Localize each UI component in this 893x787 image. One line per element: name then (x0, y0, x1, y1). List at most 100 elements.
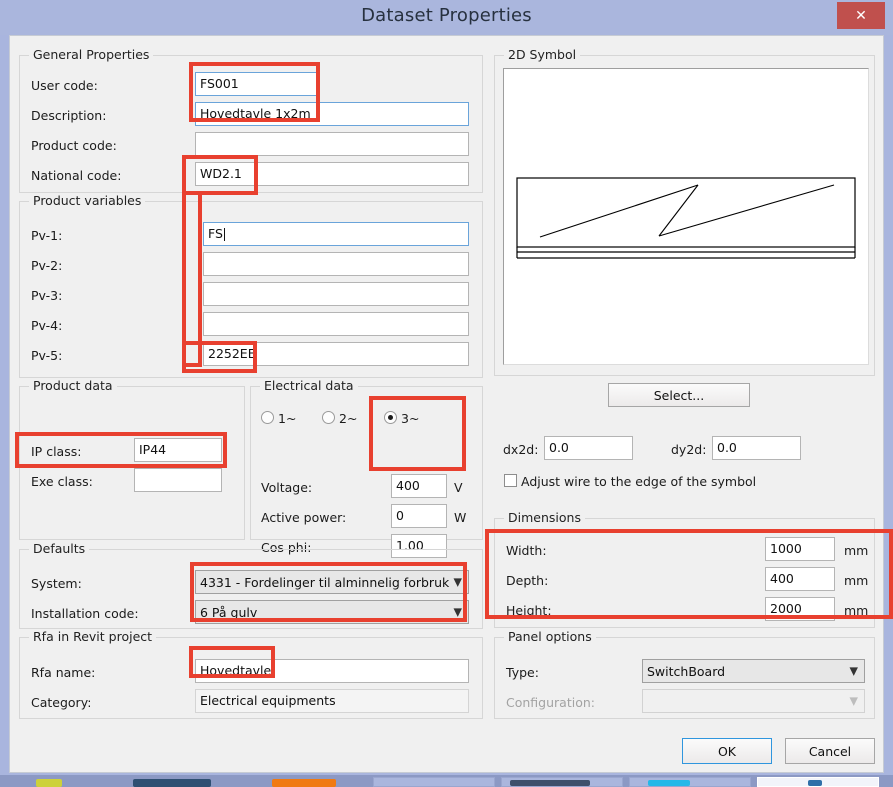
input-height[interactable]: 2000 (765, 597, 835, 621)
taskbar-item-5[interactable] (501, 777, 623, 787)
dialog-client-area: General Properties User code: FS001 Desc… (9, 35, 884, 773)
input-pv-4[interactable] (203, 312, 469, 336)
input-rfa-name[interactable]: Hovedtavle (195, 659, 469, 683)
dataset-properties-window: Dataset Properties ✕ General Properties … (0, 0, 893, 787)
input-depth-value: 400 (770, 570, 794, 586)
label-phase-3: 3~ (401, 411, 420, 426)
taskbar-item-7[interactable] (757, 777, 879, 787)
input-voltage-value: 400 (396, 477, 420, 493)
group-title-dimensions: Dimensions (504, 510, 585, 525)
input-pv-5-value: 2252EE (208, 345, 256, 361)
input-category: Electrical equipments (195, 689, 469, 713)
input-pv-1[interactable]: FS (203, 222, 469, 246)
input-pv-3[interactable] (203, 282, 469, 306)
checkbox-adjust-wire[interactable] (504, 474, 517, 487)
input-dy2d-value: 0.0 (717, 439, 737, 455)
unit-voltage: V (454, 480, 463, 495)
input-description[interactable]: Hovedtavle 1x2m (195, 102, 469, 126)
unit-height: mm (844, 603, 869, 618)
label-pv-5: Pv-5: (31, 348, 63, 363)
group-title-rfa: Rfa in Revit project (29, 629, 157, 644)
label-exe-class: Exe class: (31, 474, 93, 489)
input-description-value: Hovedtavle 1x2m (200, 105, 311, 121)
radio-phase-1[interactable] (261, 411, 274, 424)
input-national-code[interactable]: WD2.1 (195, 162, 469, 186)
select-symbol-button[interactable]: Select... (608, 383, 750, 407)
select-type[interactable]: SwitchBoard ▼ (642, 659, 865, 683)
ok-button[interactable]: OK (682, 738, 772, 764)
input-pv-5[interactable]: 2252EE (203, 342, 469, 366)
label-product-code: Product code: (31, 138, 117, 153)
input-height-value: 2000 (770, 600, 802, 616)
group-title-panel-options: Panel options (504, 629, 596, 644)
label-dy2d: dy2d: (671, 442, 707, 457)
input-exe-class[interactable] (134, 468, 222, 492)
input-product-code[interactable] (195, 132, 469, 156)
label-user-code: User code: (31, 78, 98, 93)
group-title-2d-symbol: 2D Symbol (504, 47, 581, 62)
label-configuration: Configuration: (506, 695, 595, 710)
input-user-code-value: FS001 (200, 75, 239, 91)
input-rfa-name-value: Hovedtavle (200, 662, 272, 678)
label-dx2d: dx2d: (503, 442, 539, 457)
symbol-drawing (516, 177, 856, 259)
taskbar (0, 775, 893, 787)
label-pv-2: Pv-2: (31, 258, 63, 273)
label-phase-2: 2~ (339, 411, 358, 426)
chevron-down-icon: ▼ (453, 605, 462, 619)
taskbar-item-6[interactable] (629, 777, 751, 787)
label-rfa-name: Rfa name: (31, 665, 96, 680)
select-installation-code[interactable]: 6 På gulv ▼ (195, 600, 469, 624)
input-width[interactable]: 1000 (765, 537, 835, 561)
group-title-product-data: Product data (29, 378, 117, 393)
label-type: Type: (506, 665, 539, 680)
select-system[interactable]: 4331 - Fordelinger til alminnelig forbru… (195, 570, 469, 594)
input-width-value: 1000 (770, 540, 802, 556)
select-system-value: 4331 - Fordelinger til alminnelig forbru… (200, 574, 450, 590)
input-dx2d[interactable]: 0.0 (544, 436, 633, 460)
label-ip-class: IP class: (31, 444, 82, 459)
chevron-down-icon: ▼ (453, 575, 462, 589)
group-title-defaults: Defaults (29, 541, 90, 556)
title-bar: Dataset Properties ✕ (0, 0, 893, 35)
radio-phase-3[interactable] (384, 411, 397, 424)
group-title-general-properties: General Properties (29, 47, 154, 62)
taskbar-icon-6 (648, 780, 690, 786)
taskbar-icon-2[interactable] (133, 779, 211, 787)
taskbar-item-4[interactable] (373, 777, 495, 787)
input-depth[interactable]: 400 (765, 567, 835, 591)
radio-phase-2[interactable] (322, 411, 335, 424)
input-ip-class[interactable]: IP44 (134, 438, 222, 462)
input-pv-1-value: FS (208, 225, 223, 241)
label-category: Category: (31, 695, 92, 710)
text-caret (223, 227, 225, 241)
input-category-value: Electrical equipments (200, 692, 336, 708)
unit-active-power: W (454, 510, 467, 525)
label-phase-1: 1~ (278, 411, 297, 426)
group-product-data: Product data (19, 378, 245, 540)
label-voltage: Voltage: (261, 480, 313, 495)
group-title-product-variables: Product variables (29, 193, 146, 208)
chevron-down-icon: ▼ (849, 664, 858, 678)
input-ip-class-value: IP44 (139, 441, 167, 457)
taskbar-icon-3[interactable] (272, 779, 336, 787)
label-description: Description: (31, 108, 107, 123)
label-width: Width: (506, 543, 547, 558)
input-dx2d-value: 0.0 (549, 439, 569, 455)
input-user-code[interactable]: FS001 (195, 72, 317, 96)
taskbar-icon-1[interactable] (36, 779, 62, 787)
symbol-preview[interactable] (503, 68, 869, 365)
chevron-down-icon: ▼ (849, 694, 858, 708)
label-height: Height: (506, 603, 552, 618)
select-type-value: SwitchBoard (647, 663, 726, 679)
input-voltage[interactable]: 400 (391, 474, 447, 498)
input-national-code-value: WD2.1 (200, 165, 242, 181)
unit-depth: mm (844, 573, 869, 588)
taskbar-icon-5 (510, 780, 590, 786)
input-active-power[interactable]: 0 (391, 504, 447, 528)
input-dy2d[interactable]: 0.0 (712, 436, 801, 460)
window-title: Dataset Properties (361, 5, 532, 26)
cancel-button[interactable]: Cancel (785, 738, 875, 764)
close-icon[interactable]: ✕ (837, 2, 885, 29)
input-pv-2[interactable] (203, 252, 469, 276)
